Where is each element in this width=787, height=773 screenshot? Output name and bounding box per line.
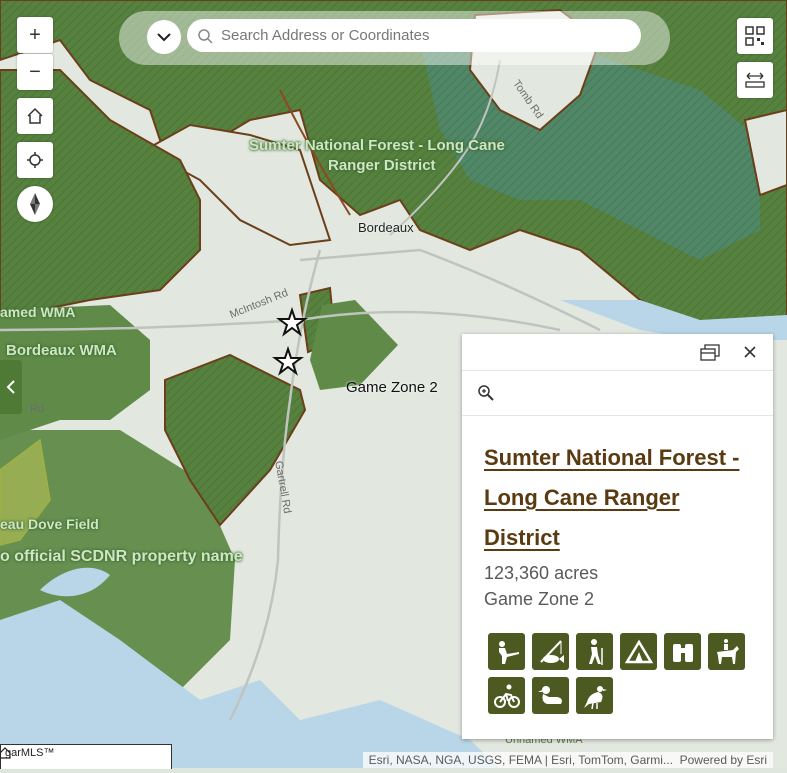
zoom-to-icon[interactable] — [477, 384, 495, 402]
zoom-in-label: + — [29, 23, 41, 46]
mls-logo: garMLS™ — [0, 744, 172, 769]
powered-by: Powered by Esri — [679, 753, 767, 767]
camping-icon — [620, 633, 657, 670]
dove-field-label: eau Dove Field — [0, 516, 99, 532]
biking-icon — [488, 677, 525, 714]
popup-title-line3: District — [484, 525, 560, 550]
search-box[interactable] — [187, 19, 641, 52]
home-icon — [27, 107, 43, 124]
feature-popup: Sumter National Forest - Long Cane Range… — [462, 334, 773, 739]
measure-icon — [745, 72, 765, 88]
measure-button[interactable] — [737, 62, 773, 98]
locate-icon — [27, 152, 43, 168]
attribution-text[interactable]: Esri, NASA, NGA, USGS, FEMA | Esri, TomT… — [362, 752, 773, 768]
wildlife-viewing-icon — [664, 633, 701, 670]
attribution-sources: Esri, NASA, NGA, USGS, FEMA | Esri, TomT… — [368, 753, 673, 767]
chevron-left-icon — [6, 380, 15, 394]
horseback-riding-icon — [708, 633, 745, 670]
zoom-in-button[interactable]: + — [17, 17, 53, 53]
close-icon[interactable] — [743, 345, 757, 359]
logo-text: garMLS™ — [5, 747, 55, 759]
popup-title-line2: Long Cane Ranger — [484, 485, 680, 510]
search-icon — [198, 28, 213, 44]
town-label: Bordeaux — [358, 220, 414, 235]
zoom-out-label: − — [29, 60, 41, 83]
zoom-out-button[interactable]: − — [17, 54, 53, 90]
dock-icon[interactable] — [700, 343, 720, 361]
compass-icon — [30, 193, 40, 215]
locate-button[interactable] — [17, 142, 53, 178]
side-panel-toggle[interactable] — [0, 360, 22, 414]
road-label-rd: Rd — [30, 403, 45, 415]
search-bar — [119, 11, 670, 65]
qr-button[interactable] — [737, 18, 773, 54]
bird-hunting-icon — [576, 677, 613, 714]
popup-toolbar — [462, 371, 773, 416]
qr-icon — [745, 26, 765, 46]
popup-title-line1: Sumter National Forest - — [484, 445, 740, 470]
popup-zone: Game Zone 2 — [484, 589, 595, 609]
wma-label-2: Bordeaux WMA — [6, 342, 117, 359]
hunting-icon — [488, 633, 525, 670]
chevron-down-icon — [157, 33, 171, 42]
compass-button[interactable] — [17, 186, 53, 222]
hiking-icon — [576, 633, 613, 670]
search-input[interactable] — [219, 26, 623, 45]
forest-map-label: Sumter National Forest - Long Cane — [249, 137, 505, 154]
game-zone-label: Game Zone 2 — [346, 379, 438, 396]
wma-label-1: amed WMA — [0, 304, 76, 320]
waterfowl-icon — [532, 677, 569, 714]
scdnr-label: o official SCDNR property name — [0, 548, 243, 565]
search-dropdown-button[interactable] — [147, 20, 181, 54]
popup-header — [462, 334, 773, 371]
fishing-icon — [532, 633, 569, 670]
forest-map-label-2: Ranger District — [328, 157, 436, 174]
popup-acres: 123,360 acres — [484, 563, 599, 583]
home-button[interactable] — [17, 98, 53, 134]
popup-title[interactable]: Sumter National Forest - Long Cane Range… — [484, 438, 754, 558]
